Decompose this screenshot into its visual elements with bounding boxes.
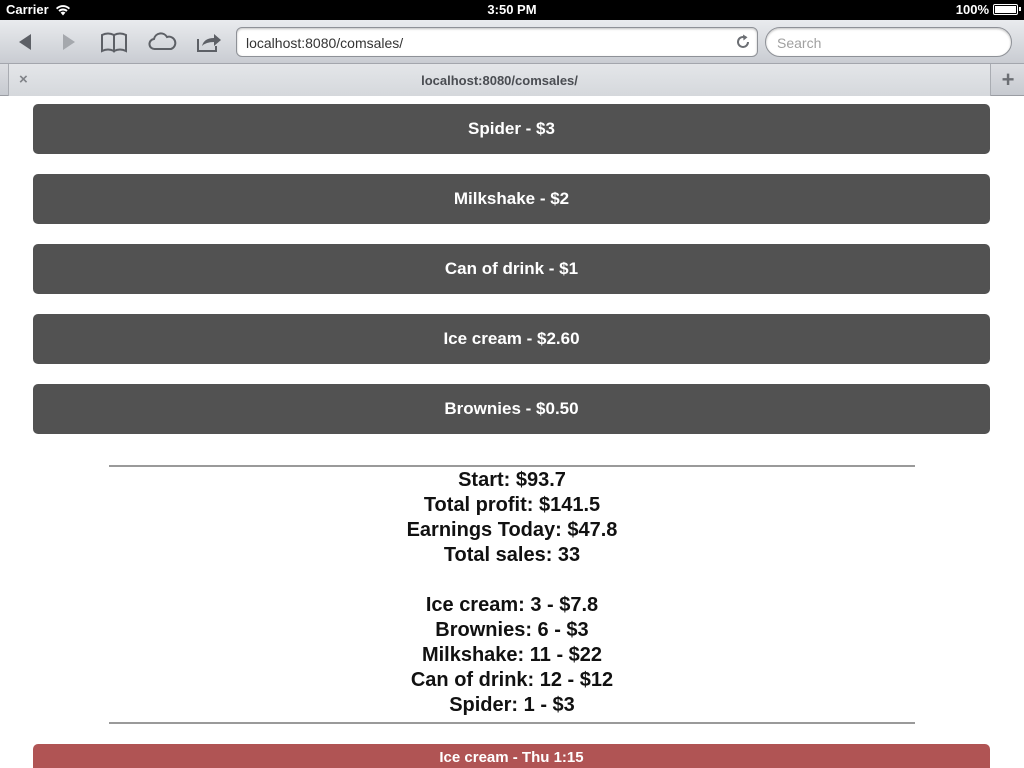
item-button-ice-cream[interactable]: Ice cream - $2.60	[33, 314, 990, 364]
browser-toolbar: localhost:8080/comsales/ Search	[0, 20, 1024, 64]
item-button-can-of-drink[interactable]: Can of drink - $1	[33, 244, 990, 294]
back-arrow-icon[interactable]	[9, 28, 41, 56]
forward-arrow-icon[interactable]	[53, 28, 85, 56]
battery-icon	[993, 4, 1021, 15]
start-amount: Start: $93.7	[458, 469, 566, 491]
total-profit: Total profit: $141.5	[423, 494, 601, 516]
tab-bar: × localhost:8080/comsales/ +	[0, 64, 1024, 96]
summary-stats: Start: $93.7 Total profit: $141.5 Earnin…	[0, 468, 1024, 568]
icloud-icon[interactable]	[146, 28, 178, 56]
breakdown-spider: Spider: 1 - $3	[449, 694, 575, 716]
battery-fill	[995, 6, 1016, 13]
total-sales: Total sales: 33	[443, 544, 581, 566]
bookmarks-icon[interactable]	[98, 28, 130, 56]
battery-percent: 100%	[955, 2, 989, 17]
address-bar-url: localhost:8080/comsales/	[246, 35, 404, 51]
divider-bottom	[109, 722, 915, 724]
address-bar[interactable]: localhost:8080/comsales/	[236, 27, 758, 57]
new-tab-icon[interactable]: +	[992, 64, 1024, 96]
search-placeholder: Search	[777, 35, 822, 51]
item-button-brownies[interactable]: Brownies - $0.50	[33, 384, 990, 434]
reload-icon[interactable]	[735, 34, 751, 50]
tab-title: localhost:8080/comsales/	[421, 73, 578, 88]
earnings-today: Earnings Today: $47.8	[406, 519, 618, 541]
breakdown-ice-cream: Ice cream: 3 - $7.8	[425, 594, 599, 616]
breakdown-milkshake: Milkshake: 11 - $22	[421, 644, 603, 666]
tab-current[interactable]: × localhost:8080/comsales/	[8, 64, 991, 96]
item-button-milkshake[interactable]: Milkshake - $2	[33, 174, 990, 224]
divider-top	[109, 465, 915, 467]
search-input[interactable]: Search	[765, 27, 1012, 57]
breakdown-can-of-drink: Can of drink: 12 - $12	[410, 669, 614, 691]
share-icon[interactable]	[193, 28, 225, 56]
item-button-spider[interactable]: Spider - $3	[33, 104, 990, 154]
page-content: Spider - $3 Milkshake - $2 Can of drink …	[0, 96, 1024, 768]
recent-sale-button[interactable]: Ice cream - Thu 1:15	[33, 744, 990, 768]
clock: 3:50 PM	[487, 2, 537, 17]
status-bar: Carrier 3:50 PM 100%	[0, 0, 1024, 20]
breakdown-brownies: Brownies: 6 - $3	[435, 619, 589, 641]
sales-breakdown: Ice cream: 3 - $7.8 Brownies: 6 - $3 Mil…	[0, 593, 1024, 718]
